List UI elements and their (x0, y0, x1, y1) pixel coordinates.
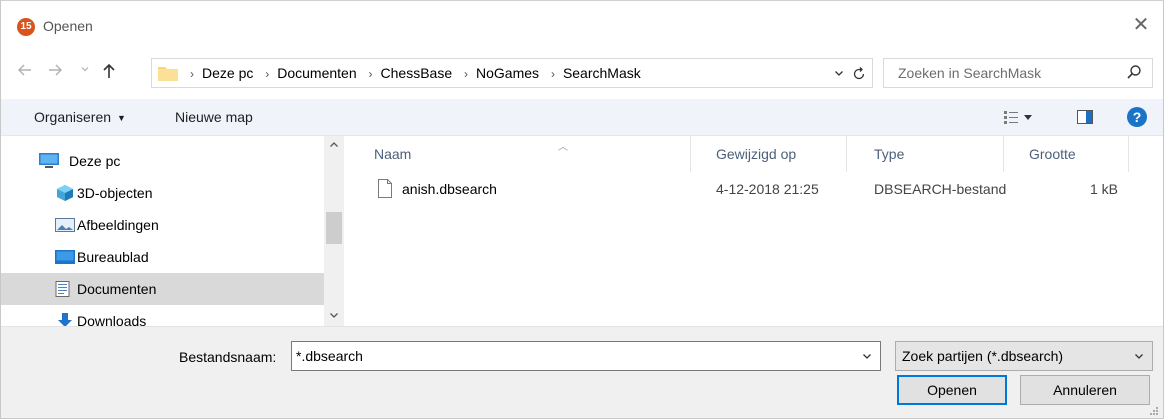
chevron-down-icon (863, 354, 871, 360)
arrow-right-icon (49, 64, 62, 76)
up-button[interactable] (97, 57, 121, 83)
breadcrumb-item[interactable]: Deze pc (202, 65, 253, 81)
file-list: ︿ Naam Gewijzigd op Type Grootte anish.d… (344, 136, 1163, 326)
breadcrumb-item[interactable]: Documenten (277, 65, 356, 81)
caret-down-icon: ▼ (117, 113, 126, 123)
tree-item-bureaublad[interactable]: Bureaublad (47, 241, 340, 273)
refresh-icon (853, 67, 865, 80)
refresh-button[interactable] (852, 59, 866, 87)
chevron-down-icon (835, 71, 843, 77)
dialog-footer: Bestandsnaam: Zoek partijen (*.dbsearch)… (1, 326, 1163, 418)
open-button[interactable]: Openen (897, 375, 1007, 405)
filename-label: Bestandsnaam: (179, 349, 277, 365)
table-row[interactable]: anish.dbsearch 4-12-2018 21:25 DBSEARCH-… (370, 176, 1130, 202)
file-icon (378, 179, 392, 198)
folder-icon (158, 67, 178, 81)
desktop-icon (55, 250, 75, 264)
breadcrumb-item[interactable]: ChessBase (381, 65, 453, 81)
new-folder-button[interactable]: Nieuwe map (175, 99, 253, 135)
preview-pane-icon (1077, 110, 1093, 124)
chevron-right-icon: › (190, 67, 194, 81)
arrow-up-icon (103, 64, 115, 79)
forward-button[interactable] (45, 57, 65, 83)
scroll-down-button[interactable] (324, 306, 344, 326)
chevron-right-icon[interactable]: › (464, 67, 468, 81)
file-type: DBSEARCH-bestand (874, 181, 1007, 197)
tree-item-label: 3D-objecten (77, 185, 153, 201)
close-button[interactable]: ✕ (1129, 13, 1153, 37)
computer-icon (39, 153, 59, 168)
filename-dropdown-button[interactable] (862, 342, 872, 370)
tree-item-afbeeldingen[interactable]: Afbeeldingen (47, 209, 340, 241)
file-size: 1 kB (1090, 181, 1119, 197)
chevron-right-icon[interactable]: › (551, 67, 555, 81)
filename-input[interactable] (292, 342, 852, 370)
tree-item-deze-pc[interactable]: Deze pc (31, 145, 324, 177)
chevron-right-icon[interactable]: › (265, 67, 269, 81)
column-header-gewijzigd[interactable]: Gewijzigd op (690, 136, 846, 172)
back-button[interactable] (15, 57, 35, 83)
address-bar[interactable]: › Deze pc › Documenten › ChessBase › NoGames… (151, 58, 873, 88)
cube-icon (57, 185, 73, 201)
search-input[interactable] (884, 59, 1116, 87)
tree-item-label: Documenten (77, 281, 157, 297)
help-button[interactable]: ? (1127, 107, 1147, 127)
column-separator[interactable] (1128, 136, 1129, 172)
download-icon (58, 313, 72, 326)
breadcrumb: › Deze pc › Documenten › ChessBase › NoGames… (186, 59, 645, 87)
organize-label: Organiseren (34, 109, 112, 125)
search-box (883, 58, 1153, 88)
file-type-filter-select[interactable]: Zoek partijen (*.dbsearch) (895, 341, 1153, 371)
filename-combobox (291, 341, 881, 371)
tree-item-3d-objecten[interactable]: 3D-objecten (47, 177, 340, 209)
chevron-down-icon (1135, 354, 1143, 360)
documents-icon (55, 281, 70, 297)
change-view-button[interactable] (1004, 109, 1036, 125)
preview-pane-button[interactable] (1077, 110, 1093, 124)
chevron-right-icon[interactable]: › (369, 67, 373, 81)
search-icon[interactable] (1126, 64, 1142, 80)
file-modified: 4-12-2018 21:25 (716, 181, 819, 197)
tree-item-label: Deze pc (69, 153, 121, 169)
command-bar: Organiseren ▼ Nieuwe map ? (1, 99, 1163, 136)
details-view-icon (1004, 111, 1032, 124)
column-header-type[interactable]: Type (846, 136, 1003, 172)
filter-dropdown-button[interactable] (1134, 342, 1144, 370)
pictures-icon (55, 218, 75, 232)
tree-item-documenten[interactable]: Documenten (1, 273, 324, 305)
tree-item-downloads[interactable]: Downloads (47, 305, 340, 326)
navigation-scrollbar[interactable] (324, 136, 344, 326)
chevron-down-icon (81, 67, 89, 72)
navigation-pane: Deze pc 3D-objecten Afbeeldingen Bureaub… (1, 136, 344, 326)
breadcrumb-item[interactable]: NoGames (476, 65, 539, 81)
file-name: anish.dbsearch (402, 181, 497, 197)
chessbase-app-icon: 15 (17, 18, 35, 36)
window-title: Openen (43, 18, 93, 34)
tree-item-label: Bureaublad (77, 249, 149, 265)
recent-locations-button[interactable] (79, 57, 91, 83)
filter-value: Zoek partijen (*.dbsearch) (902, 348, 1064, 364)
organize-menu-button[interactable]: Organiseren ▼ (34, 99, 126, 135)
address-row: › Deze pc › Documenten › ChessBase › NoGames… (1, 53, 1163, 89)
arrow-left-icon (18, 64, 31, 76)
column-header-naam[interactable]: Naam (344, 136, 690, 172)
tree-item-label: Afbeeldingen (77, 217, 159, 233)
resize-grip-icon[interactable] (1149, 406, 1159, 416)
address-dropdown-button[interactable] (834, 59, 844, 87)
column-header-grootte[interactable]: Grootte (1003, 136, 1128, 172)
scroll-up-button[interactable] (324, 136, 344, 156)
chevron-up-icon (330, 142, 338, 148)
tree-item-label: Downloads (77, 313, 147, 326)
scroll-thumb[interactable] (326, 212, 342, 244)
chevron-down-icon (330, 313, 338, 319)
open-dialog: 15 Openen ✕ › Deze pc › Documenten › ChessB… (0, 0, 1164, 419)
title-bar: 15 Openen ✕ (1, 1, 1163, 45)
breadcrumb-item[interactable]: SearchMask (563, 65, 641, 81)
cancel-button[interactable]: Annuleren (1020, 375, 1150, 405)
